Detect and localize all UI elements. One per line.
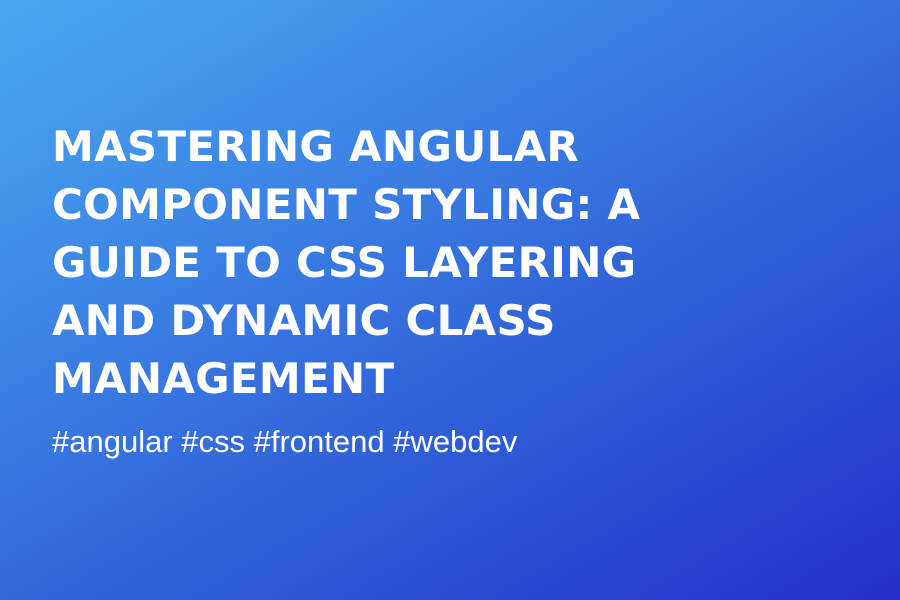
article-title: MASTERING ANGULAR COMPONENT STYLING: A G… [52, 118, 852, 408]
title-line-1: MASTERING ANGULAR [52, 122, 580, 171]
cover-content: MASTERING ANGULAR COMPONENT STYLING: A G… [52, 118, 852, 462]
title-line-5: MANAGEMENT [52, 354, 395, 403]
title-line-3: GUIDE TO CSS LAYERING [52, 238, 637, 287]
article-cover-card: MASTERING ANGULAR COMPONENT STYLING: A G… [0, 0, 900, 600]
title-line-2: COMPONENT STYLING: A [52, 180, 641, 229]
title-line-4: AND DYNAMIC CLASS [52, 296, 556, 345]
hashtags: #angular #css #frontend #webdev [52, 424, 518, 459]
